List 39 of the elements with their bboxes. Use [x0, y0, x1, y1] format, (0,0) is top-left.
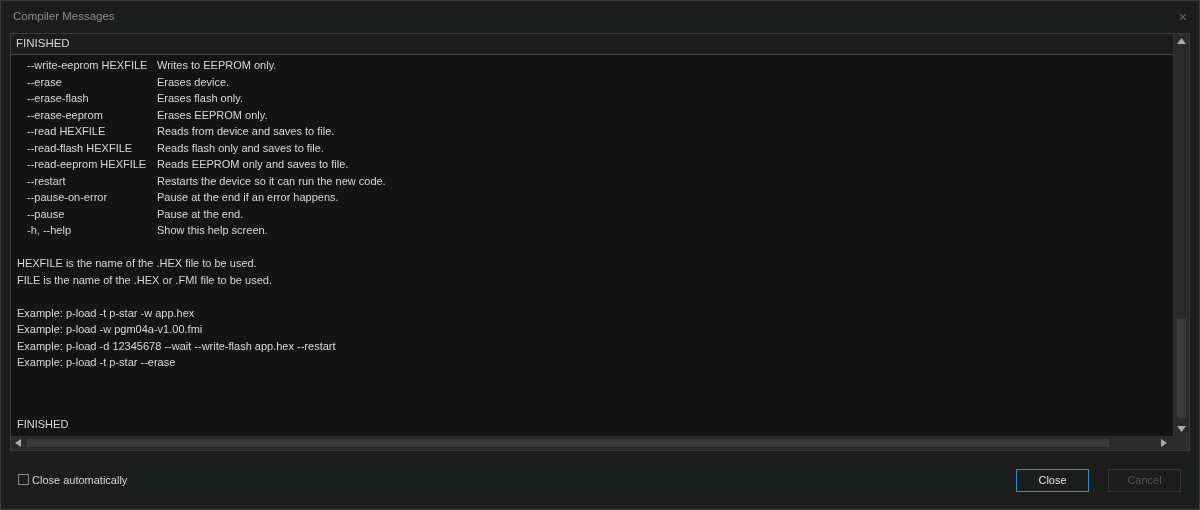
- status-header: FINISHED: [16, 36, 70, 52]
- scroll-right-icon[interactable]: [1161, 439, 1167, 447]
- close-button[interactable]: Close: [1016, 468, 1089, 492]
- scroll-down-icon[interactable]: [1177, 426, 1186, 432]
- note-line: HEXFILE is the name of the .HEX file to be used.: [17, 257, 257, 269]
- option-description: Reads flash only and saves to file.: [157, 141, 324, 154]
- status-footer: FINISHED: [17, 417, 69, 430]
- example-line: Example: p-load -w pgm04a-v1.00.fmi: [17, 323, 203, 335]
- horizontal-scrollbar[interactable]: [11, 436, 1189, 450]
- option-name: --erase: [26, 74, 63, 90]
- option-description: Show this help screen.: [157, 224, 268, 236]
- option-name: --read HEXFILE: [26, 124, 107, 139]
- option-name: -h, --help: [26, 223, 73, 238]
- option-description: Erases EEPROM only.: [157, 108, 268, 121]
- option-description: Pause at the end if an error happens.: [157, 191, 339, 203]
- example-line: Example: p-load -t p-star --erase: [17, 356, 176, 368]
- option-name: --erase-eeprom: [26, 107, 104, 123]
- option-description: Reads EEPROM only and saves to file.: [157, 158, 349, 170]
- note-line: FILE is the name of the .HEX or .FMI file to be used.: [17, 273, 272, 286]
- scroll-left-icon[interactable]: [15, 439, 21, 447]
- option-description: Restarts the device so it can run the new code.: [157, 174, 386, 187]
- option-description: Reads from device and saves to file.: [157, 125, 335, 137]
- option-description: Pause at the end.: [157, 207, 244, 220]
- option-name: --pause-on-error: [26, 190, 109, 205]
- option-name: --read-flash HEXFILE: [26, 140, 134, 156]
- option-name: --restart: [26, 173, 67, 189]
- scroll-up-icon[interactable]: [1177, 38, 1186, 44]
- option-name: --write-eeprom HEXFILE: [26, 58, 149, 73]
- option-name: --erase-flash: [26, 91, 90, 106]
- example-line: Example: p-load -t p-star -w app.hex: [17, 306, 195, 319]
- close-automatically-checkbox[interactable]: Close automatically: [18, 471, 128, 489]
- option-name: --pause: [26, 206, 66, 222]
- window-title: Compiler Messages: [13, 9, 115, 25]
- option-description: Writes to EEPROM only.: [157, 59, 277, 71]
- example-line: Example: p-load -d 12345678 --wait --write-flash app.hex --restart: [17, 339, 336, 352]
- vertical-scrollbar[interactable]: [1173, 34, 1189, 436]
- option-name: --read-eeprom HEXFILE: [26, 157, 148, 172]
- option-description: Erases device.: [157, 75, 230, 88]
- option-description: Erases flash only.: [157, 92, 243, 104]
